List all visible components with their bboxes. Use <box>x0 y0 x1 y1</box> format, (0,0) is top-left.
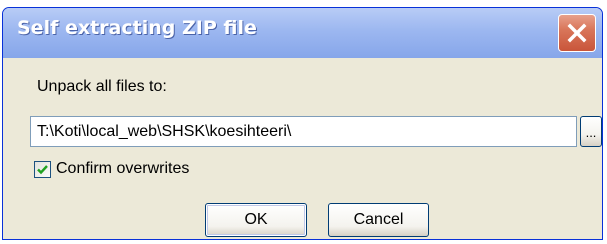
close-icon <box>567 23 587 43</box>
confirm-overwrites-option[interactable]: Confirm overwrites <box>34 160 189 178</box>
unpack-label: Unpack all files to: <box>37 78 167 95</box>
confirm-overwrites-label: Confirm overwrites <box>56 160 190 177</box>
confirm-overwrites-checkbox[interactable] <box>34 160 51 178</box>
checkmark-icon <box>37 164 48 174</box>
ok-button[interactable]: OK <box>205 203 307 237</box>
browse-button[interactable]: ... <box>580 116 602 147</box>
dialog-body: Unpack all files to: ... Confirm overwri… <box>3 58 602 239</box>
window-title: Self extracting ZIP file <box>17 17 257 39</box>
zip-extract-dialog: Self extracting ZIP file Unpack all file… <box>2 7 603 240</box>
close-button[interactable] <box>558 14 596 52</box>
destination-path-input[interactable] <box>30 116 577 147</box>
cancel-button[interactable]: Cancel <box>328 203 429 237</box>
title-bar[interactable]: Self extracting ZIP file <box>3 8 602 58</box>
